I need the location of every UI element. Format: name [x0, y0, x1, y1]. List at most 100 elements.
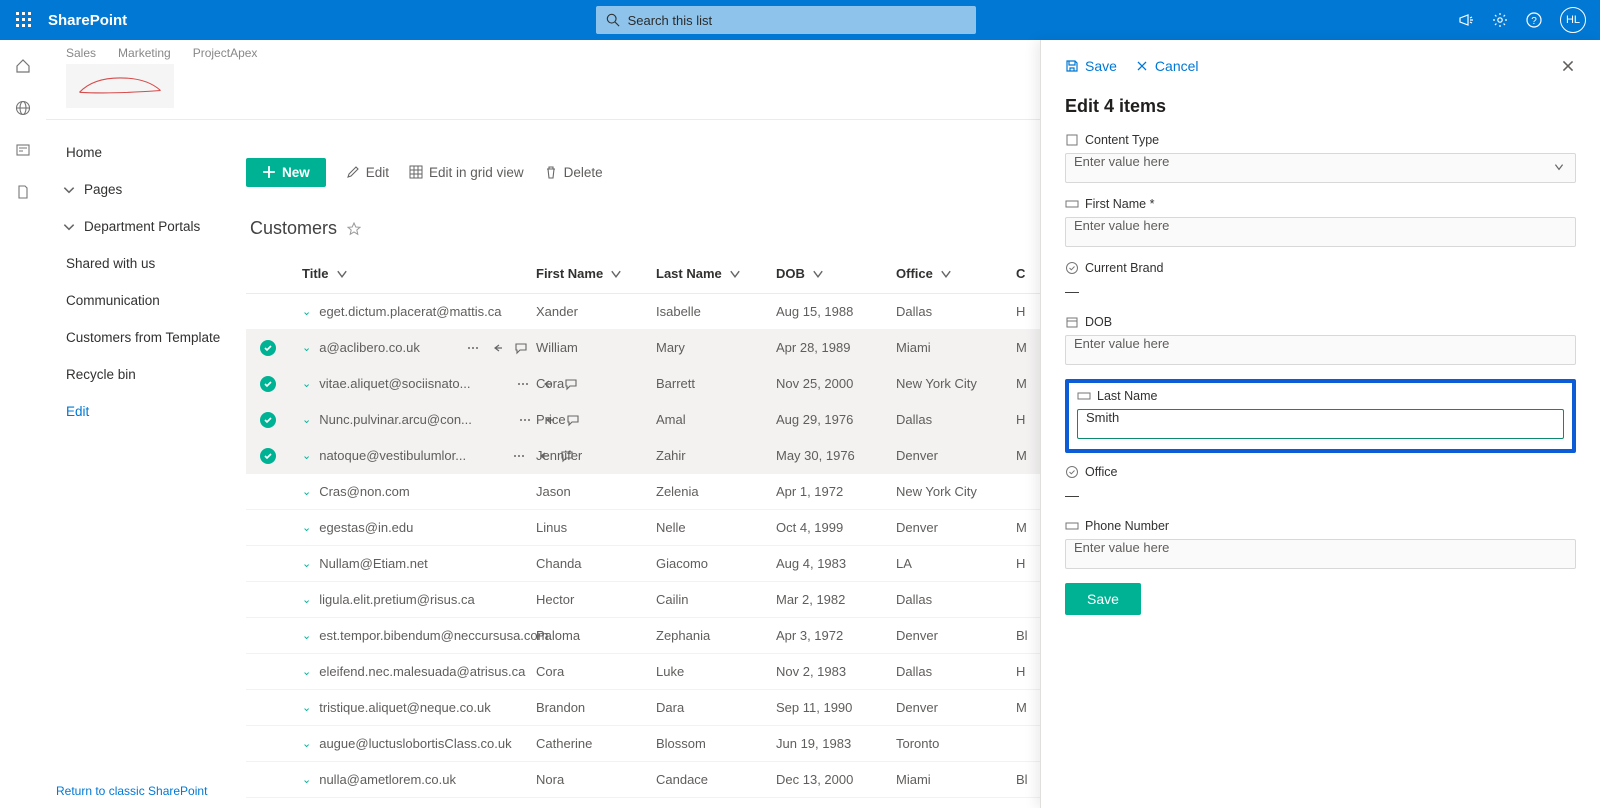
panel-heading: Edit 4 items — [1065, 96, 1576, 117]
col-last-name[interactable]: Last Name — [656, 266, 776, 281]
item-badge-icon: ⌄ — [302, 377, 311, 390]
office-value[interactable]: — — [1065, 485, 1576, 505]
table-row[interactable]: ⌄egestas@in.eduLinusNelleOct 4, 1999Denv… — [246, 510, 1040, 546]
field-phone: Phone Number Enter value here — [1065, 519, 1576, 569]
current-brand-value[interactable]: — — [1065, 281, 1576, 301]
col-extra[interactable]: C — [1016, 266, 1040, 281]
table-row[interactable]: ⌄ligula.elit.pretium@risus.caHectorCaili… — [246, 582, 1040, 618]
col-title[interactable]: Title — [296, 266, 536, 281]
more-icon[interactable] — [512, 449, 526, 463]
first-name-input[interactable]: Enter value here — [1065, 217, 1576, 247]
table-row[interactable]: ⌄Nunc.pulvinar.arcu@con...PriceAmalAug 2… — [246, 402, 1040, 438]
edit-command[interactable]: Edit — [346, 165, 389, 180]
text-field-icon — [1065, 519, 1079, 533]
cell-first: Hector — [536, 592, 656, 607]
table-row[interactable]: ⌄natoque@vestibulumlor...JenniferZahirMa… — [246, 438, 1040, 474]
table-row[interactable]: ⌄Cras@non.comJasonZeleniaApr 1, 1972New … — [246, 474, 1040, 510]
delete-command[interactable]: Delete — [544, 165, 603, 180]
content-type-select[interactable]: Enter value here — [1065, 153, 1576, 183]
table-row[interactable]: ⌄augue@luctuslobortisClass.co.ukCatherin… — [246, 726, 1040, 762]
table-row[interactable]: ⌄vitae.aliquet@sociisnato...CoraBarrettN… — [246, 366, 1040, 402]
comment-icon[interactable] — [514, 341, 528, 355]
star-icon[interactable] — [347, 222, 361, 236]
table-row[interactable]: ⌄eget.dictum.placerat@mattis.caXanderIsa… — [246, 294, 1040, 330]
hub-nav-sales[interactable]: Sales — [66, 46, 96, 60]
col-first-name[interactable]: First Name — [536, 266, 656, 281]
item-badge-icon: ⌄ — [302, 557, 311, 570]
new-button[interactable]: New — [246, 158, 326, 187]
text-field-icon — [1065, 197, 1079, 211]
last-name-input[interactable]: Smith — [1077, 409, 1564, 439]
nav-communication[interactable]: Communication — [62, 282, 246, 319]
panel-close-button[interactable] — [1560, 58, 1576, 74]
more-icon[interactable] — [516, 377, 530, 391]
col-dob[interactable]: DOB — [776, 266, 896, 281]
files-icon[interactable] — [15, 184, 31, 200]
phone-input[interactable]: Enter value here — [1065, 539, 1576, 569]
edit-panel: Save Cancel Edit 4 items Content Type En… — [1040, 40, 1600, 808]
cell-dob: Dec 13, 2000 — [776, 772, 896, 787]
selected-check-icon[interactable] — [260, 376, 276, 392]
user-avatar[interactable]: HL — [1560, 7, 1586, 33]
selected-check-icon[interactable] — [260, 448, 276, 464]
site-logo[interactable] — [66, 64, 174, 108]
selected-check-icon[interactable] — [260, 412, 276, 428]
app-launcher[interactable] — [0, 0, 48, 40]
footer-classic-link[interactable]: Return to classic SharePoint — [56, 784, 207, 798]
news-icon[interactable] — [15, 142, 31, 158]
help-icon[interactable]: ? — [1526, 12, 1542, 28]
chevron-down-icon — [609, 267, 623, 281]
brand-title[interactable]: SharePoint — [48, 12, 127, 29]
date-icon — [1065, 315, 1079, 329]
nav-shared[interactable]: Shared with us — [62, 245, 246, 282]
hub-nav-projectapex[interactable]: ProjectApex — [193, 46, 258, 60]
table-row[interactable]: ⌄a@aclibero.co.ukWilliamMaryApr 28, 1989… — [246, 330, 1040, 366]
gear-icon[interactable] — [1492, 12, 1508, 28]
cell-dob: Apr 28, 1989 — [776, 340, 896, 355]
cell-dob: Nov 2, 1983 — [776, 664, 896, 679]
item-badge-icon: ⌄ — [302, 701, 311, 714]
table-row[interactable]: ⌄nulla@ametlorem.co.ukNoraCandaceDec 13,… — [246, 762, 1040, 798]
title-cell-text: nulla@ametlorem.co.uk — [319, 772, 456, 787]
nav-department-portals[interactable]: Department Portals — [62, 208, 246, 245]
field-content-type: Content Type Enter value here — [1065, 133, 1576, 183]
nav-recycle-bin[interactable]: Recycle bin — [62, 356, 246, 393]
hub-nav-marketing[interactable]: Marketing — [118, 46, 171, 60]
cell-ext: Bl — [1016, 772, 1040, 787]
home-icon[interactable] — [15, 58, 31, 74]
col-office[interactable]: Office — [896, 266, 1016, 281]
table-row[interactable]: ⌄tristique.aliquet@neque.co.ukBrandonDar… — [246, 690, 1040, 726]
panel-cancel-link[interactable]: Cancel — [1135, 58, 1199, 74]
nav-home[interactable]: Home — [62, 134, 246, 171]
cell-first: Cora — [536, 376, 656, 391]
megaphone-icon[interactable] — [1458, 12, 1474, 28]
cell-office: New York City — [896, 376, 1016, 391]
more-icon[interactable] — [518, 413, 532, 427]
selected-check-icon[interactable] — [260, 340, 276, 356]
nav-pages[interactable]: Pages — [62, 171, 246, 208]
search-box[interactable]: Search this list — [596, 6, 976, 34]
grid-edit-command[interactable]: Edit in grid view — [409, 165, 524, 180]
share-icon[interactable] — [490, 341, 504, 355]
pencil-icon — [346, 165, 360, 179]
table-row[interactable]: ⌄Nullam@Etiam.netChandaGiacomoAug 4, 198… — [246, 546, 1040, 582]
table-header: Title First Name Last Name DOB Office C — [246, 254, 1040, 294]
cell-last: Barrett — [656, 376, 776, 391]
cell-office: Toronto — [896, 736, 1016, 751]
dob-input[interactable]: Enter value here — [1065, 335, 1576, 365]
nav-edit[interactable]: Edit — [62, 393, 246, 430]
more-icon[interactable] — [466, 341, 480, 355]
text-field-icon — [1077, 389, 1091, 403]
nav-customers-template[interactable]: Customers from Template — [62, 319, 246, 356]
cell-last: Cailin — [656, 592, 776, 607]
cell-first: Brandon — [536, 700, 656, 715]
panel-save-link[interactable]: Save — [1065, 58, 1117, 74]
choice-icon — [1065, 261, 1079, 275]
globe-icon[interactable] — [15, 100, 31, 116]
save-button[interactable]: Save — [1065, 583, 1141, 615]
cell-ext: H — [1016, 556, 1040, 571]
waffle-icon — [16, 12, 32, 28]
close-icon — [1135, 59, 1149, 73]
table-row[interactable]: ⌄eleifend.nec.malesuada@atrisus.caCoraLu… — [246, 654, 1040, 690]
table-row[interactable]: ⌄est.tempor.bibendum@neccursusa.comPalom… — [246, 618, 1040, 654]
